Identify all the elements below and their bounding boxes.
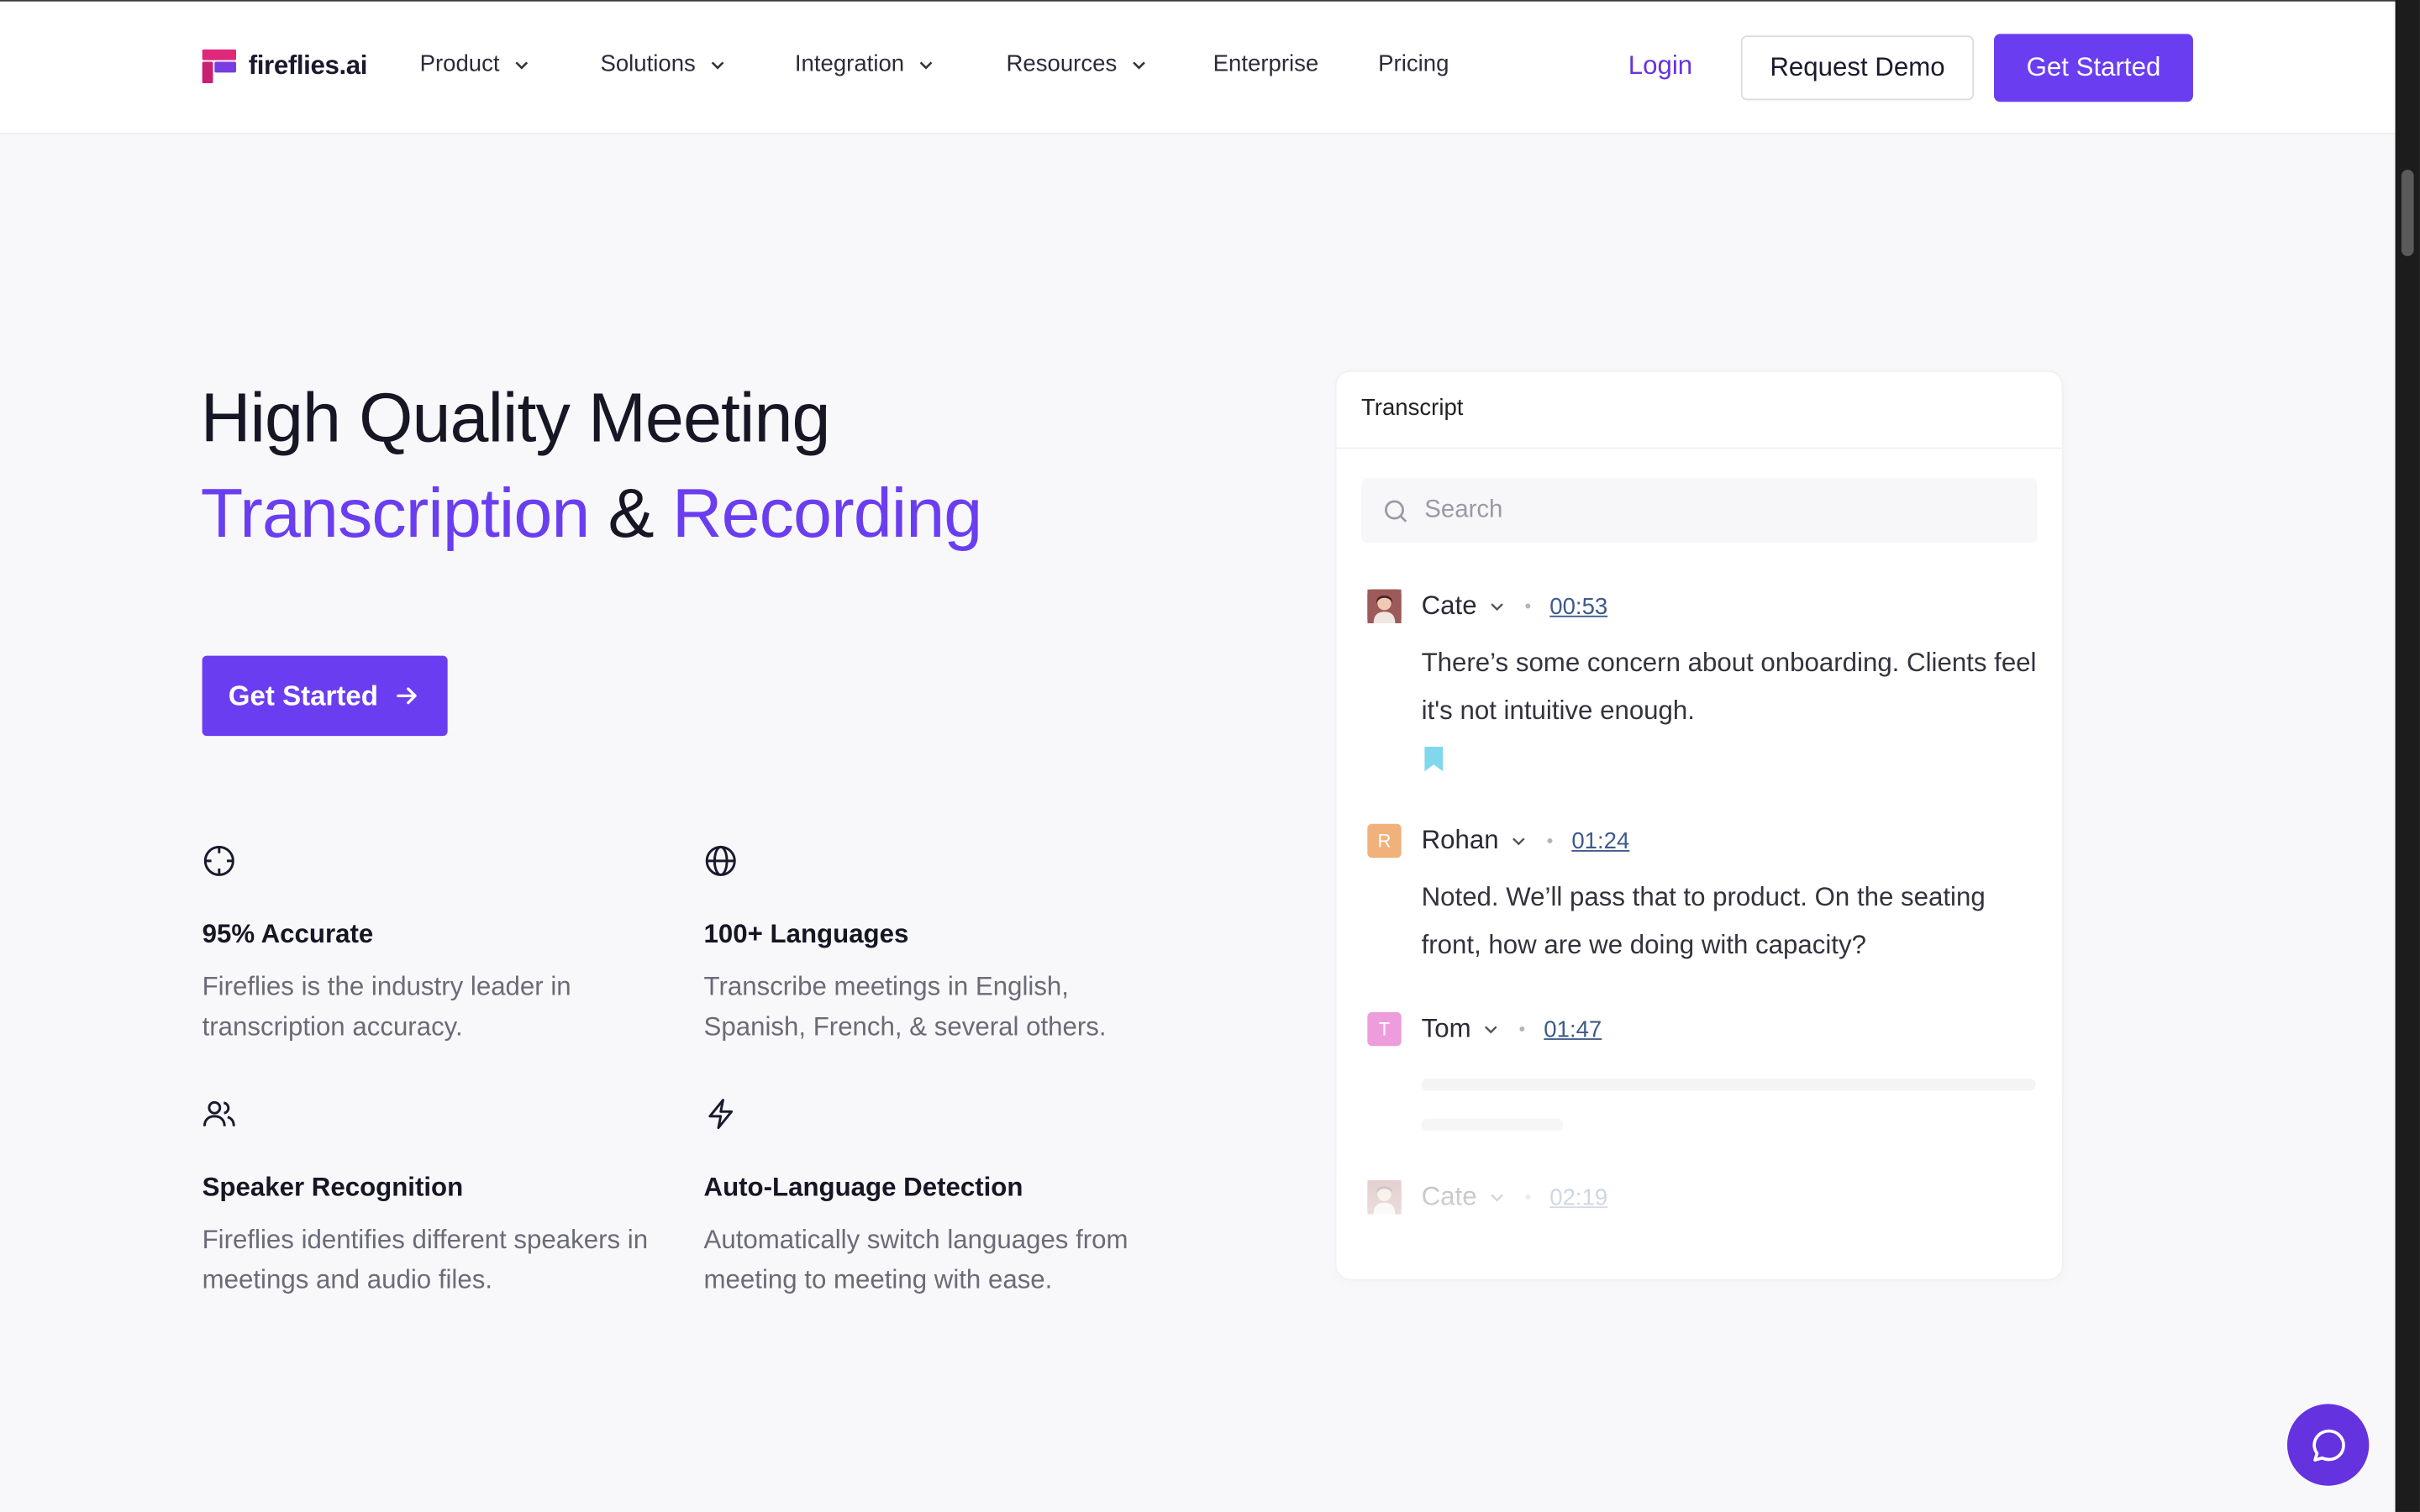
- separator-dot: •: [1524, 1186, 1532, 1209]
- timestamp-link[interactable]: 01:24: [1571, 827, 1629, 853]
- loading-placeholder: [1421, 1078, 2036, 1091]
- nav-item-product[interactable]: Product: [420, 51, 601, 77]
- logo[interactable]: fireflies.ai: [202, 49, 368, 84]
- chevron-down-icon: [1132, 60, 1145, 69]
- avatar: R: [1367, 823, 1402, 858]
- lightning-icon: [708, 1099, 734, 1130]
- feature-accuracy: 95% Accurate Fireflies is the industry l…: [203, 844, 650, 1047]
- request-demo-button[interactable]: Request Demo: [1740, 35, 1975, 101]
- get-started-header-button[interactable]: Get Started: [1994, 34, 2193, 102]
- nav-item-enterprise[interactable]: Enterprise: [1213, 51, 1379, 77]
- timestamp-link[interactable]: 00:53: [1549, 593, 1607, 619]
- search-icon: [1384, 499, 1407, 522]
- feature-title: Auto-Language Detection: [703, 1172, 1023, 1202]
- speaker-name[interactable]: Rohan: [1422, 826, 1499, 857]
- nav-item-pricing[interactable]: Pricing: [1378, 51, 1449, 77]
- globe-icon: [705, 845, 736, 876]
- nav-label: Solutions: [600, 50, 696, 77]
- transcript-card: Transcript Cate •: [1334, 370, 2064, 1281]
- avatar: [1367, 1180, 1402, 1215]
- chevron-down-icon[interactable]: [1487, 1188, 1506, 1206]
- arrow-right-icon: [397, 687, 417, 705]
- nav-item-solutions[interactable]: Solutions: [600, 51, 794, 77]
- avatar: [1367, 589, 1402, 624]
- chat-icon: [2312, 1428, 2344, 1461]
- bookmark-icon[interactable]: [1424, 746, 1444, 772]
- nav-label: Pricing: [1378, 50, 1449, 77]
- transcript-entry: R Rohan • 01:24 Noted. We’ll pass that t…: [1367, 822, 2046, 969]
- feature-languages: 100+ Languages Transcribe meetings in En…: [704, 844, 1152, 1047]
- separator-dot: •: [1546, 830, 1554, 852]
- separator-dot: •: [1518, 1018, 1526, 1040]
- avatar: T: [1367, 1011, 1402, 1047]
- chevron-down-icon[interactable]: [1487, 597, 1506, 616]
- chevron-down-icon: [514, 60, 528, 69]
- hero-title-amp: &: [608, 473, 655, 553]
- hero-title-transcription: Transcription: [200, 473, 591, 553]
- speaker-row: Cate • 00:53: [1367, 588, 2046, 625]
- chevron-down-icon[interactable]: [1509, 832, 1528, 850]
- speaker-row: Cate • 02:19: [1367, 1179, 2046, 1215]
- logo-text: fireflies.ai: [248, 50, 368, 81]
- nav-item-integration[interactable]: Integration: [795, 51, 1007, 77]
- fade-overlay: [1336, 1066, 2062, 1279]
- page: fireflies.ai Product Solutions Integrati…: [0, 0, 2420, 1512]
- scrollbar-thumb[interactable]: [2401, 170, 2414, 256]
- get-started-hero-button[interactable]: Get Started: [202, 655, 448, 737]
- loading-placeholder: [1421, 1118, 1564, 1131]
- nav-label: Resources: [1006, 50, 1118, 77]
- transcript-text: Noted. We’ll pass that to product. On th…: [1421, 882, 1986, 960]
- cta-label: Get Started: [228, 680, 379, 711]
- main-nav: Product Solutions Integration Resources …: [420, 51, 1449, 77]
- users-icon: [203, 1100, 235, 1126]
- chat-button[interactable]: [2286, 1404, 2370, 1486]
- fireflies-logo-icon: [202, 49, 237, 84]
- hero-title: High Quality Meeting Transcription & Rec…: [201, 370, 982, 562]
- speaker-name[interactable]: Cate: [1422, 591, 1477, 622]
- feature-speaker-recognition: Speaker Recognition Fireflies identifies…: [203, 1097, 650, 1300]
- feature-description: Fireflies identifies different speakers …: [202, 1225, 649, 1294]
- chevron-down-icon[interactable]: [1481, 1020, 1500, 1038]
- transcript-title: Transcript: [1336, 372, 2062, 449]
- speaker-row: T Tom • 01:47: [1367, 1011, 2046, 1047]
- person-photo-icon: [1367, 589, 1402, 624]
- hero-title-line1: High Quality Meeting: [200, 377, 831, 457]
- site-header: fireflies.ai Product Solutions Integrati…: [0, 1, 2396, 134]
- feature-title: Speaker Recognition: [202, 1172, 464, 1202]
- transcript-entry: T Tom • 01:47: [1367, 1011, 2046, 1047]
- nav-label: Integration: [794, 50, 905, 77]
- feature-description: Fireflies is the industry leader in tran…: [202, 972, 571, 1042]
- person-photo-icon: [1367, 1180, 1402, 1215]
- login-link[interactable]: Login: [1628, 51, 1692, 82]
- feature-title: 95% Accurate: [202, 919, 374, 949]
- nav-label: Enterprise: [1213, 50, 1319, 77]
- feature-description: Transcribe meetings in English, Spanish,…: [703, 972, 1107, 1042]
- speaker-name[interactable]: Tom: [1422, 1014, 1471, 1045]
- hero-title-recording: Recording: [671, 473, 982, 553]
- feature-auto-language: Auto-Language Detection Automatically sw…: [704, 1097, 1152, 1300]
- speaker-name[interactable]: Cate: [1422, 1182, 1477, 1213]
- crosshair-icon: [203, 845, 234, 876]
- separator-dot: •: [1524, 595, 1532, 617]
- transcript-search[interactable]: [1360, 478, 2038, 543]
- chevron-down-icon: [711, 60, 723, 69]
- transcript-text: There’s some concern about onboarding. C…: [1421, 648, 2037, 726]
- speaker-row: R Rohan • 01:24: [1367, 822, 2046, 859]
- nav-item-resources[interactable]: Resources: [1007, 51, 1213, 77]
- feature-title: 100+ Languages: [703, 919, 909, 949]
- search-input[interactable]: [1424, 496, 2012, 525]
- transcript-entry: Cate • 00:53 There’s some concern about …: [1367, 588, 2046, 780]
- nav-label: Product: [419, 50, 500, 77]
- timestamp-link[interactable]: 02:19: [1549, 1184, 1607, 1210]
- chevron-down-icon: [919, 60, 933, 69]
- timestamp-link[interactable]: 01:47: [1544, 1016, 1602, 1042]
- feature-description: Automatically switch languages from meet…: [703, 1225, 1128, 1294]
- transcript-entry: Cate • 02:19: [1367, 1179, 2046, 1215]
